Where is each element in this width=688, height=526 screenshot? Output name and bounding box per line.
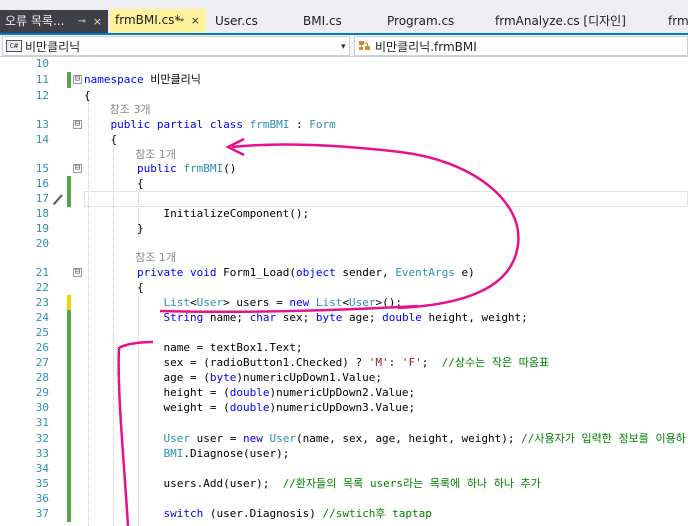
annotation-arrow-curve	[231, 143, 520, 310]
annotation-bracket	[117, 340, 154, 526]
annotation-overlay	[117, 137, 520, 526]
annotation-underline	[159, 304, 419, 314]
